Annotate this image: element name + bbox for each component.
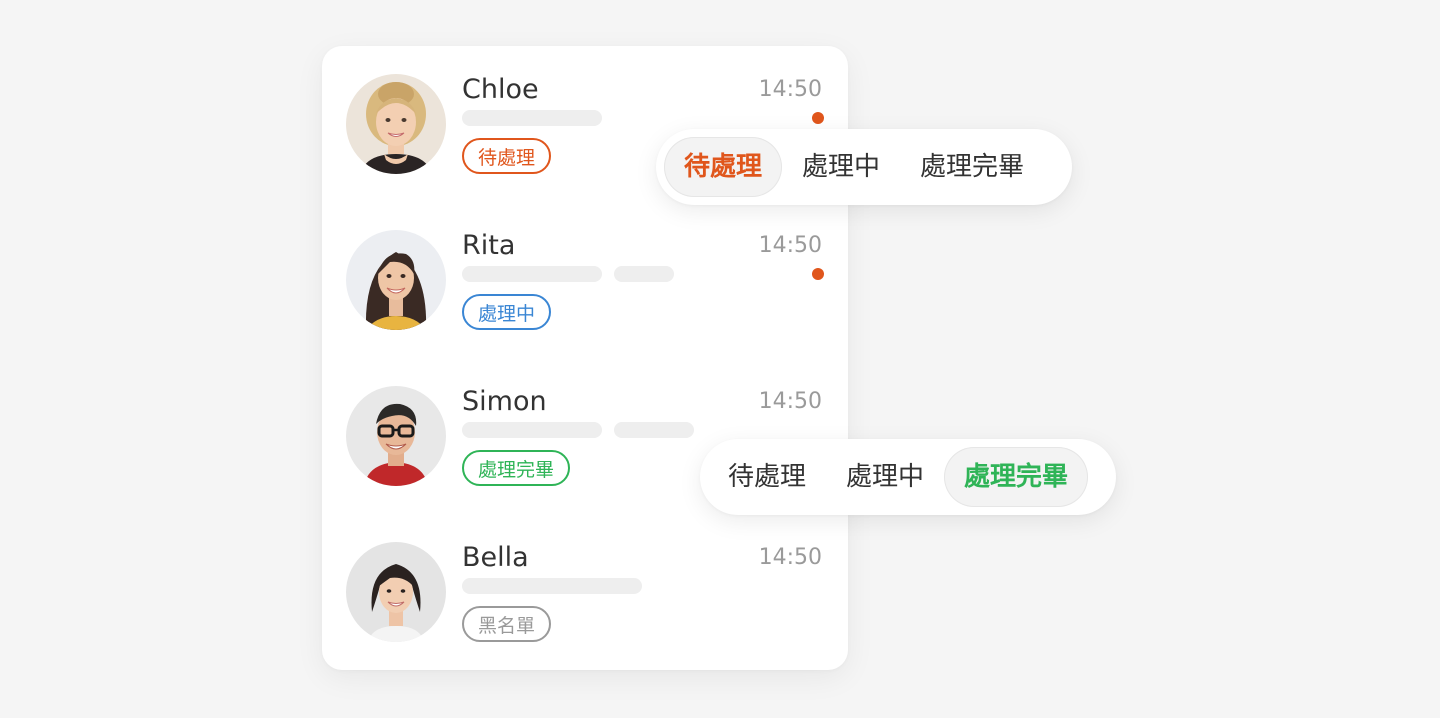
message-preview-placeholder (462, 578, 642, 594)
status-option-done[interactable]: 處理完畢 (944, 447, 1089, 507)
status-option-pending[interactable]: 待處理 (708, 447, 826, 507)
status-badge: 待處理 (462, 138, 552, 174)
contact-name: Simon (462, 386, 547, 417)
status-badge: 處理完畢 (462, 450, 571, 486)
status-option-done[interactable]: 處理完畢 (900, 137, 1044, 197)
contact-name: Chloe (462, 74, 539, 105)
message-preview-placeholder (614, 422, 694, 438)
message-time: 14:50 (758, 389, 822, 414)
woman-brunette-avatar-icon (346, 230, 446, 330)
status-option-in-progress[interactable]: 處理中 (826, 447, 944, 507)
status-option-pending[interactable]: 待處理 (664, 137, 783, 197)
status-badge: 黑名單 (462, 606, 552, 642)
unread-dot-icon (812, 268, 824, 280)
status-badge: 處理中 (462, 294, 552, 330)
man-glasses-avatar-icon (346, 386, 446, 486)
conversation-row-rita[interactable]: Rita 14:50 處理中 (322, 202, 848, 358)
contact-name: Bella (462, 542, 529, 573)
unread-dot-icon (812, 112, 824, 124)
message-preview-placeholder (614, 266, 674, 282)
message-time: 14:50 (758, 233, 822, 258)
message-time: 14:50 (758, 77, 822, 102)
woman-blonde-avatar-icon (346, 74, 446, 174)
conversation-row-bella[interactable]: Bella 14:50 黑名單 (322, 514, 848, 670)
woman-bob-avatar-icon (346, 542, 446, 642)
status-option-in-progress[interactable]: 處理中 (782, 137, 900, 197)
contact-name: Rita (462, 230, 516, 261)
message-preview-placeholder (462, 110, 602, 126)
message-preview-placeholder (462, 266, 602, 282)
message-time: 14:50 (758, 545, 822, 570)
status-selector-done: 待處理 處理中 處理完畢 (700, 439, 1116, 515)
message-preview-placeholder (462, 422, 602, 438)
status-selector-pending: 待處理 處理中 處理完畢 (656, 129, 1072, 205)
